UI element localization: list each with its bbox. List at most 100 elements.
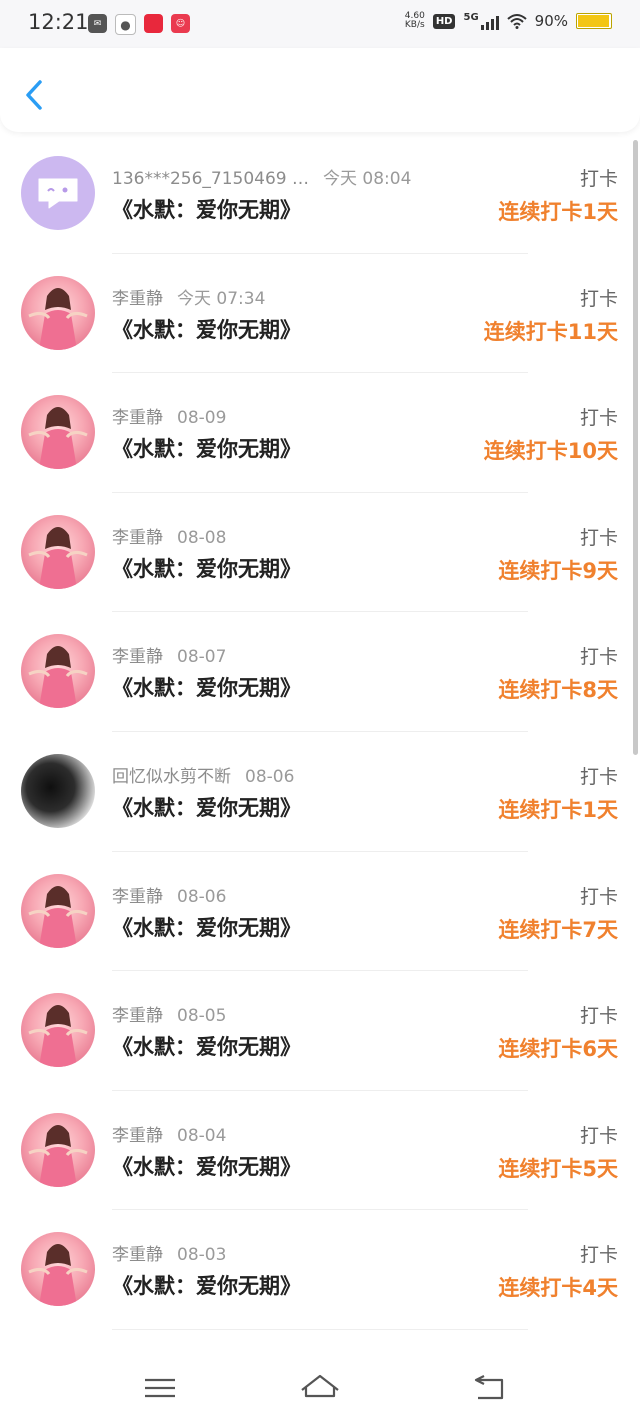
timestamp: 今天 07:34 — [177, 288, 266, 309]
item-meta: 李重静 08-09 — [112, 403, 226, 428]
list-item[interactable]: 136***256_7150469 … 今天 08:04 《水默：爱你无期》 打卡连续… — [0, 134, 640, 254]
checkin-tag: 打卡 — [579, 287, 618, 310]
battery-icon — [576, 13, 612, 29]
item-meta: 回忆似水剪不断 08-06 — [112, 762, 294, 787]
avatar[interactable] — [21, 1112, 95, 1187]
navigation-bar — [0, 1348, 640, 1428]
streak-label: 连续打卡6天 — [498, 1037, 618, 1062]
book-title: 《水默：爱你无期》 — [112, 437, 301, 462]
chat-bot-icon — [38, 178, 78, 209]
hd-badge: HD — [432, 13, 456, 29]
home-icon[interactable] — [298, 1366, 342, 1410]
status-time: 12:21 — [28, 10, 89, 34]
back-button[interactable] — [18, 70, 54, 120]
streak-label: 连续打卡1天 — [498, 200, 618, 224]
list-item[interactable]: 回忆似水剪不断 08-06 《水默：爱你无期》 打卡连续打卡1天 — [0, 732, 640, 852]
checkin-list: 136***256_7150469 … 今天 08:04 《水默：爱你无期》 打卡 连续… — [0, 134, 640, 1330]
back-icon[interactable] — [466, 1366, 510, 1410]
checkin-tag: 打卡 — [579, 1005, 618, 1028]
avatar[interactable] — [21, 156, 95, 230]
username: 李重静 — [112, 886, 163, 907]
timestamp: 08-03 — [177, 1245, 227, 1266]
username: 李重静 — [112, 647, 163, 668]
app-red-icon — [144, 14, 163, 33]
mail-icon: ✉ — [88, 14, 107, 33]
avatar[interactable] — [21, 753, 95, 828]
item-meta: 李重静 08-03 — [112, 1240, 226, 1265]
username: 李重静 — [112, 1245, 163, 1266]
timestamp: 08-06 — [177, 886, 227, 907]
avatar[interactable] — [21, 634, 95, 709]
list-item[interactable]: 李重静 08-03 《水默：爱你无期》 打卡连续打卡4天 — [0, 1210, 640, 1330]
battery-text: 90% — [534, 12, 568, 30]
menu-icon[interactable] — [138, 1366, 182, 1410]
book-title: 《水默：爱你无期》 — [112, 676, 301, 701]
streak-label: 连续打卡4天 — [498, 1276, 618, 1301]
avatar[interactable] — [21, 514, 95, 589]
book-title: 《水默：爱你无期》 — [112, 915, 301, 940]
avatar-image — [28, 287, 88, 350]
book-title: 《水默：爱你无期》 — [112, 1154, 301, 1179]
list-item[interactable]: 李重静 08-05 《水默：爱你无期》 打卡连续打卡6天 — [0, 971, 640, 1091]
book-title: 《水默：爱你无期》 — [112, 198, 301, 222]
username: 李重静 — [112, 1125, 163, 1146]
item-meta: 李重静 08-05 — [112, 1001, 226, 1026]
item-meta: 李重静 08-04 — [112, 1121, 226, 1146]
avatar[interactable] — [21, 395, 95, 470]
username: 136***256_7150469 … — [112, 169, 310, 189]
username: 李重静 — [112, 527, 163, 548]
list-item[interactable]: 李重静 今天 07:34 《水默：爱你无期》 打卡 连续打卡11天 — [0, 254, 640, 374]
avatar-image — [28, 407, 88, 470]
battery-fill — [578, 15, 609, 27]
checkin-tag: 打卡 — [579, 526, 618, 549]
status-right: 4.60 KB/s HD 5G 90% — [405, 12, 612, 30]
cellular-signal-icon: 5G — [463, 12, 499, 30]
list-item[interactable]: 李重静 08-07 《水默：爱你无期》 打卡 连续打卡8天 — [0, 612, 640, 732]
book-title: 《水默：爱你无期》 — [112, 317, 301, 342]
chevron-left-icon — [26, 80, 42, 110]
timestamp: 08-04 — [177, 1125, 227, 1146]
scrollbar[interactable] — [633, 140, 638, 755]
timestamp: 08-09 — [177, 408, 227, 429]
book-title: 《水默：爱你无期》 — [112, 1035, 301, 1060]
status-bar: 12:21 ✉ ● ☺ 4.60 KB/s HD 5G 90% — [0, 0, 640, 48]
avatar-image — [28, 1005, 88, 1068]
list-item[interactable]: 李重静 08-04 《水默：爱你无期》 打卡 连续打卡5天 — [0, 1091, 640, 1211]
checkin-tag: 打卡 — [579, 407, 618, 430]
checkin-tag: 打卡 — [579, 1244, 618, 1267]
item-meta: 李重静 08-08 — [112, 523, 226, 548]
avatar[interactable] — [21, 873, 95, 948]
avatar-image — [28, 1244, 88, 1307]
streak-label: 连续打卡10天 — [483, 439, 618, 464]
wifi-icon — [506, 14, 527, 29]
streak-label: 连续打卡9天 — [498, 558, 618, 583]
checkin-tag: 打卡 — [579, 1124, 618, 1147]
list-item[interactable]: 李重静 08-09 《水默：爱你无期》 打卡连续打卡10天 — [0, 373, 640, 493]
timestamp: 08-06 — [245, 766, 295, 787]
divider — [112, 1328, 528, 1330]
streak-label: 连续打卡8天 — [498, 678, 618, 703]
avatar-image — [28, 1124, 88, 1187]
avatar[interactable] — [21, 1232, 95, 1307]
username: 李重静 — [112, 408, 163, 429]
username: 李重静 — [112, 1006, 163, 1027]
book-title: 《水默：爱你无期》 — [112, 795, 301, 820]
header — [0, 48, 640, 132]
item-meta: 136***256_7150469 … 今天 08:04 — [112, 164, 411, 189]
avatar[interactable] — [21, 275, 95, 350]
streak-label: 连续打卡1天 — [498, 797, 618, 822]
username: 李重静 — [112, 288, 163, 309]
streak-label: 连续打卡7天 — [498, 917, 618, 942]
avatar-image — [28, 646, 88, 709]
avatar[interactable] — [21, 993, 95, 1068]
wechat-icon: ● — [115, 14, 136, 35]
timestamp: 08-07 — [177, 647, 227, 668]
checkin-tag: 打卡 — [579, 765, 618, 788]
item-meta: 李重静 今天 07:34 — [112, 284, 265, 309]
checkin-tag: 打卡 — [579, 168, 618, 190]
book-title: 《水默：爱你无期》 — [112, 1274, 301, 1299]
avatar-image — [28, 526, 88, 589]
list-item[interactable]: 李重静 08-06 《水默：爱你无期》 打卡 连续打卡7天 — [0, 852, 640, 972]
list-item[interactable]: 李重静 08-08 《水默：爱你无期》 打卡 连续打卡9天 — [0, 493, 640, 613]
timestamp: 08-08 — [177, 527, 227, 548]
